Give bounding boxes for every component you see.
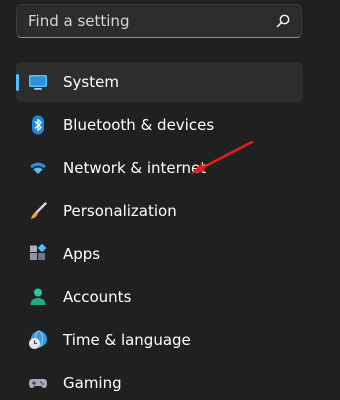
sidebar-item-time-language[interactable]: Time & language <box>16 320 303 360</box>
sidebar-item-gaming[interactable]: Gaming <box>16 363 303 400</box>
person-icon <box>30 288 46 305</box>
sidebar-item-label: Bluetooth & devices <box>63 116 215 134</box>
apps-icon <box>30 244 47 260</box>
search-box[interactable] <box>16 4 302 38</box>
sidebar-item-label: Gaming <box>63 374 122 392</box>
sidebar-item-personalization[interactable]: Personalization <box>16 191 303 231</box>
sidebar-item-label: Network & internet <box>63 159 207 177</box>
sidebar-item-label: Personalization <box>63 202 177 220</box>
sidebar-item-label: Time & language <box>63 331 191 349</box>
system-monitor-icon <box>29 75 47 90</box>
sidebar-item-label: System <box>63 73 119 91</box>
globe-clock-icon <box>29 330 47 349</box>
gamepad-icon <box>29 379 47 388</box>
sidebar-nav: System Bluetooth & devices Network & int… <box>16 62 303 400</box>
paintbrush-icon <box>31 202 47 219</box>
sidebar-item-label: Apps <box>63 245 101 263</box>
sidebar-item-system[interactable]: System <box>16 62 303 102</box>
sidebar-item-apps[interactable]: Apps <box>16 234 303 274</box>
settings-window: System Bluetooth & devices Network & int… <box>0 0 340 400</box>
wifi-icon <box>30 162 46 174</box>
bluetooth-icon <box>32 115 44 135</box>
selection-indicator <box>16 74 19 91</box>
sidebar-item-bluetooth[interactable]: Bluetooth & devices <box>16 105 303 145</box>
sidebar-item-label: Accounts <box>63 288 132 306</box>
sidebar-item-network[interactable]: Network & internet <box>16 148 303 188</box>
search-input[interactable] <box>28 5 268 37</box>
search-icon[interactable] <box>275 13 291 29</box>
sidebar-item-accounts[interactable]: Accounts <box>16 277 303 317</box>
